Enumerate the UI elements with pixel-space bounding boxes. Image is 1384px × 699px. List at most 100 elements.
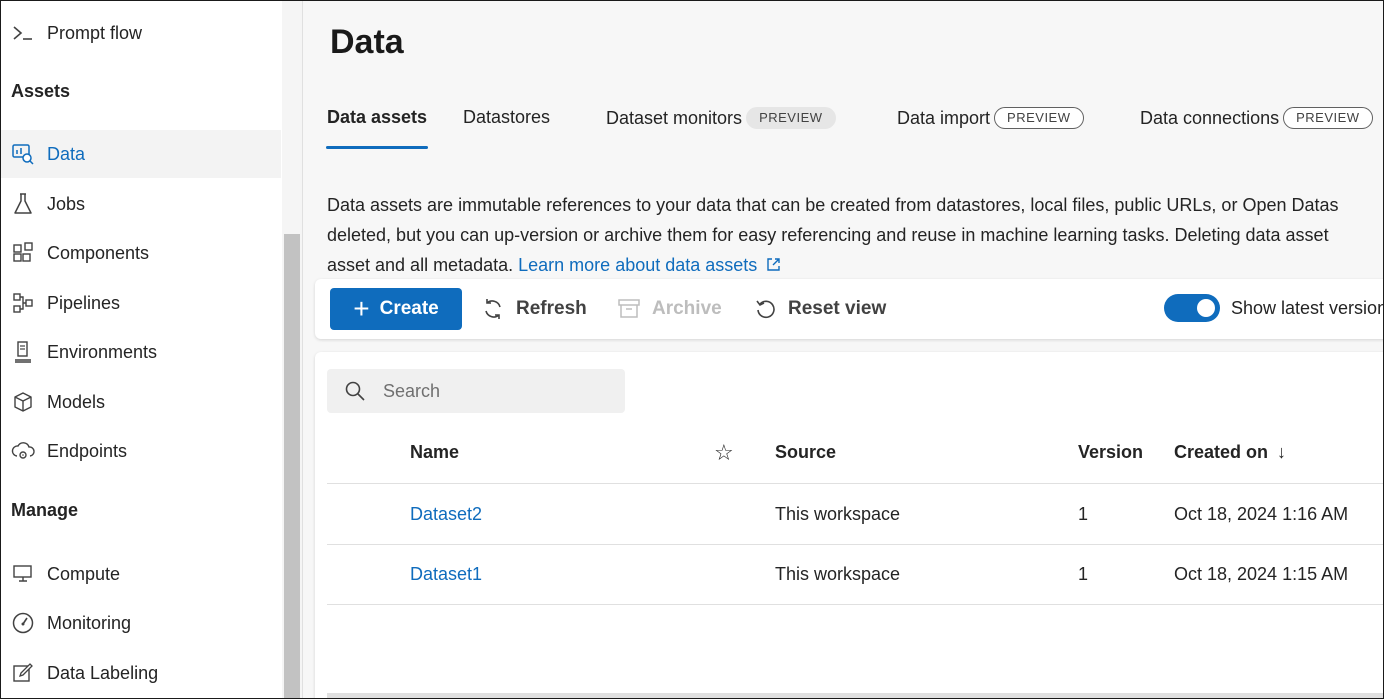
tab-datastores[interactable]: Datastores: [463, 107, 550, 128]
archive-icon: [618, 298, 640, 320]
assets-heading: Assets: [11, 81, 71, 101]
column-header-created-on-label: Created on: [1174, 442, 1269, 462]
tab-label: Dataset monitors: [606, 107, 743, 128]
tab-data-connections[interactable]: Data connections PREVIEW: [1140, 107, 1373, 129]
sidebar-item-label: Endpoints: [47, 440, 128, 461]
flask-icon: [11, 192, 35, 216]
create-button[interactable]: + Create: [330, 288, 462, 330]
sidebar-item-label: Data: [47, 143, 86, 164]
app-window: Prompt flow Assets Data Jobs Components: [0, 0, 1384, 699]
plus-icon: +: [353, 293, 370, 324]
refresh-button[interactable]: Refresh: [482, 288, 587, 330]
tab-data-assets[interactable]: Data assets: [327, 107, 427, 128]
learn-more-link-label: Learn more about data assets: [518, 255, 758, 275]
column-header-source[interactable]: Source: [775, 442, 836, 463]
dataset-name-link[interactable]: Dataset1: [410, 564, 482, 585]
column-header-created-on[interactable]: Created on ↓: [1174, 442, 1286, 463]
row-divider: [327, 544, 1383, 545]
sidebar-item-data-labeling[interactable]: Data Labeling: [1, 649, 281, 697]
description: Data assets are immutable references to …: [327, 190, 1383, 280]
source-cell: This workspace: [775, 504, 901, 524]
sidebar-item-label: Pipelines: [47, 292, 121, 313]
manage-heading: Manage: [11, 500, 79, 520]
data-icon: [11, 142, 35, 166]
toolbar: + Create Refresh Archive Reset view Show…: [315, 279, 1384, 339]
page-title: Data: [330, 23, 404, 61]
external-link-icon: [767, 258, 781, 271]
row-divider: [327, 604, 1383, 605]
dataset-name-link[interactable]: Dataset2: [410, 504, 482, 525]
search-input[interactable]: [383, 380, 603, 402]
sidebar-item-label: Components: [47, 242, 150, 263]
sidebar-item-label: Monitoring: [47, 612, 132, 633]
header-divider: [327, 483, 1383, 484]
horizontal-scrollbar[interactable]: [327, 693, 1383, 698]
sidebar-item-data[interactable]: Data: [1, 130, 281, 178]
archive-button-label: Archive: [652, 298, 722, 319]
sort-descending-icon: ↓: [1277, 442, 1287, 462]
refresh-icon: [482, 297, 504, 321]
sidebar-item-label: Compute: [47, 563, 121, 584]
reset-view-button[interactable]: Reset view: [754, 288, 886, 330]
column-header-name[interactable]: Name: [410, 442, 459, 463]
tab-dataset-monitors[interactable]: Dataset monitors PREVIEW: [606, 107, 836, 129]
sidebar-item-label: Jobs: [47, 193, 86, 214]
column-header-version[interactable]: Version: [1078, 442, 1143, 463]
reset-icon: [754, 298, 776, 320]
sidebar-item-models[interactable]: Models: [1, 378, 281, 426]
environments-icon: [11, 340, 35, 364]
sidebar-item-monitoring[interactable]: Monitoring: [1, 599, 281, 647]
reset-view-button-label: Reset view: [788, 298, 887, 319]
tab-label: Data import: [897, 107, 991, 128]
description-line: asset and all metadata.: [327, 255, 514, 275]
pipelines-icon: [11, 291, 35, 315]
endpoints-icon: [11, 439, 35, 463]
create-button-label: Create: [379, 298, 439, 319]
created-on-cell: Oct 18, 2024 1:16 AM: [1174, 504, 1349, 524]
edit-icon: [11, 661, 35, 685]
active-tab-indicator: [326, 146, 428, 149]
sidebar-item-label: Models: [47, 391, 106, 412]
data-assets-card: Name ☆ Source Version Created on ↓ Datas…: [315, 352, 1383, 698]
description-line-last: asset and all metadata. Learn more about…: [327, 250, 1383, 280]
sidebar-item-compute[interactable]: Compute: [1, 550, 281, 598]
sidebar-item-endpoints[interactable]: Endpoints: [1, 427, 281, 475]
tab-bar: Data assets Datastores Dataset monitors …: [303, 101, 1383, 151]
sidebar-item-environments[interactable]: Environments: [1, 328, 281, 376]
source-cell: This workspace: [775, 564, 901, 584]
archive-button[interactable]: Archive: [618, 288, 722, 330]
description-line: deleted, but you can up-version or archi…: [327, 225, 1329, 245]
created-on-cell: Oct 18, 2024 1:15 AM: [1174, 564, 1349, 584]
preview-badge: PREVIEW: [1283, 107, 1373, 129]
cube-icon: [11, 390, 35, 414]
tab-label: Data connections: [1140, 107, 1280, 128]
sidebar-item-label: Data Labeling: [47, 662, 159, 683]
show-latest-version-toggle[interactable]: [1164, 294, 1220, 322]
show-latest-version-toggle-group: Show latest version: [1164, 294, 1384, 322]
prompt-flow-icon: [11, 21, 35, 45]
sidebar-scrollbar-thumb[interactable]: [284, 234, 300, 698]
learn-more-link[interactable]: Learn more about data assets: [518, 255, 781, 275]
tab-label: Data assets: [327, 107, 428, 127]
description-line: Data assets are immutable references to …: [327, 195, 1339, 215]
sidebar-item-jobs[interactable]: Jobs: [1, 180, 281, 228]
sidebar-item-label: Prompt flow: [47, 22, 143, 43]
favorite-star-icon[interactable]: ☆: [714, 440, 734, 466]
gauge-icon: [11, 611, 35, 635]
sidebar-item-prompt-flow[interactable]: Prompt flow: [1, 9, 281, 57]
sidebar-item-label: Environments: [47, 341, 158, 362]
search-box[interactable]: [327, 369, 625, 413]
tab-data-import[interactable]: Data import PREVIEW: [897, 107, 1084, 129]
monitor-icon: [11, 562, 35, 586]
version-cell: 1: [1078, 564, 1089, 584]
toggle-label: Show latest version: [1231, 297, 1384, 318]
preview-badge: PREVIEW: [994, 107, 1084, 129]
tab-label: Datastores: [463, 107, 551, 127]
sidebar-item-pipelines[interactable]: Pipelines: [1, 279, 281, 327]
search-icon: [345, 381, 365, 401]
version-cell: 1: [1078, 504, 1089, 524]
sidebar: Prompt flow Assets Data Jobs Components: [1, 1, 282, 698]
main-content: Data Data assets Datastores Dataset moni…: [302, 1, 1384, 698]
refresh-button-label: Refresh: [516, 298, 587, 319]
sidebar-item-components[interactable]: Components: [1, 229, 281, 277]
